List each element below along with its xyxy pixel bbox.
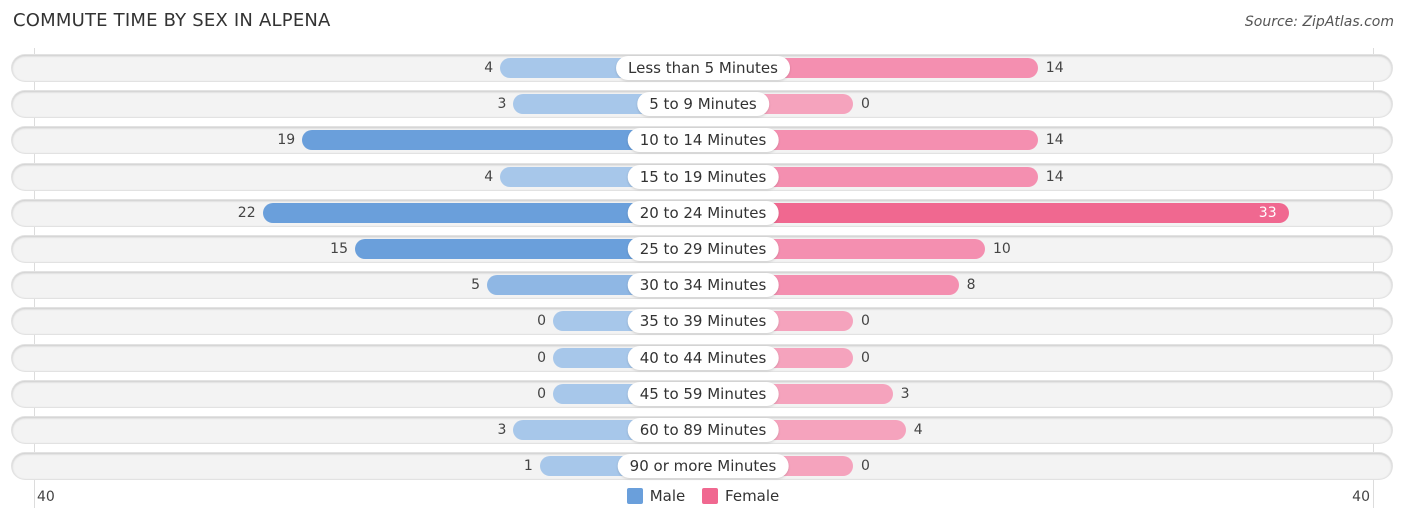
bar-female[interactable] <box>703 203 1289 223</box>
value-label-male: 4 <box>484 169 494 185</box>
value-label-female: 14 <box>1045 132 1064 148</box>
category-label: 45 to 59 Minutes <box>627 382 779 406</box>
category-label: 10 to 14 Minutes <box>627 128 779 152</box>
category-label: 25 to 29 Minutes <box>627 237 779 261</box>
value-label-female: 14 <box>1045 60 1064 76</box>
source-credit: Source: ZipAtlas.com <box>1244 14 1394 30</box>
value-label-male: 19 <box>277 132 296 148</box>
value-label-female: 0 <box>861 350 870 366</box>
category-label: Less than 5 Minutes <box>616 56 790 80</box>
category-label: 15 to 19 Minutes <box>627 165 779 189</box>
value-label-male: 15 <box>330 241 348 257</box>
legend-label-male: Male <box>649 487 686 505</box>
category-label: 90 or more Minutes <box>617 454 789 478</box>
category-label: 40 to 44 Minutes <box>627 346 779 370</box>
value-label-male: 0 <box>537 386 546 402</box>
value-label-female: 14 <box>1045 169 1064 185</box>
legend-label-female: Female <box>725 487 780 505</box>
chart-title: COMMUTE TIME BY SEX IN ALPENA <box>13 10 331 31</box>
value-label-female: 0 <box>861 313 870 329</box>
value-label-male: 5 <box>471 277 480 293</box>
value-label-male: 0 <box>537 313 546 329</box>
legend-item-male[interactable]: Male <box>626 487 686 505</box>
value-label-male: 3 <box>497 422 507 438</box>
value-label-male: 0 <box>537 350 546 366</box>
value-label-female: 0 <box>861 458 870 474</box>
legend: Male Female <box>0 487 1406 508</box>
category-label: 20 to 24 Minutes <box>627 201 779 225</box>
category-label: 5 to 9 Minutes <box>637 92 769 116</box>
value-label-female: 0 <box>861 96 870 112</box>
value-label-female: 4 <box>913 422 923 438</box>
value-label-male: 22 <box>237 205 256 221</box>
value-label-female: 33 <box>1258 205 1277 221</box>
value-label-female: 8 <box>966 277 976 293</box>
value-label-male: 4 <box>484 60 494 76</box>
value-label-male: 1 <box>523 458 533 474</box>
legend-swatch-male <box>626 488 643 504</box>
value-label-female: 10 <box>993 241 1011 257</box>
value-label-female: 3 <box>900 386 910 402</box>
legend-swatch-female <box>702 488 719 504</box>
category-label: 60 to 89 Minutes <box>627 418 779 442</box>
category-label: 30 to 34 Minutes <box>627 273 779 297</box>
legend-item-female[interactable]: Female <box>702 487 779 505</box>
value-label-male: 3 <box>497 96 507 112</box>
category-label: 35 to 39 Minutes <box>627 309 779 333</box>
